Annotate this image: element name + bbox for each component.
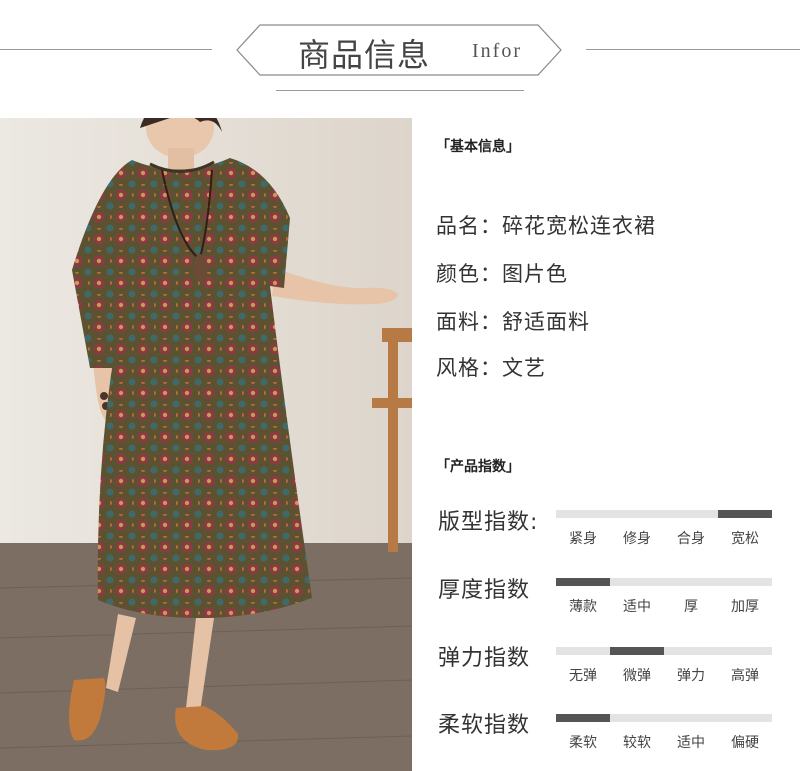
level-label: 柔软 xyxy=(569,735,597,751)
level-label: 适中 xyxy=(677,735,705,751)
metric-levels-fit: 紧身 修身 合身 宽松 xyxy=(556,528,772,547)
level-label: 宽松 xyxy=(731,531,759,547)
section-title-en: Infor xyxy=(472,40,522,62)
metric-label-thickness: 厚度指数 xyxy=(438,578,531,603)
info-row-style: 风格：文艺 xyxy=(436,352,546,382)
metric-bar-fill xyxy=(610,647,664,655)
metric-bar-fill xyxy=(718,510,772,518)
metric-bar-thickness xyxy=(556,578,772,586)
info-row-name: 品名：碎花宽松连衣裙 xyxy=(436,210,656,240)
metric-levels-softness: 柔软 较软 适中 偏硬 xyxy=(556,732,772,751)
info-label: 风格： xyxy=(436,356,502,380)
level-label: 弹力 xyxy=(677,668,705,684)
level-label: 厚 xyxy=(684,599,698,615)
level-label: 较软 xyxy=(623,735,651,751)
level-label: 偏硬 xyxy=(731,735,759,751)
level-label: 无弹 xyxy=(569,668,597,684)
info-value: 图片色 xyxy=(502,262,568,286)
info-label: 颜色： xyxy=(436,262,502,286)
level-label: 加厚 xyxy=(731,599,759,615)
section-title-cn: 商品信息 xyxy=(298,36,431,74)
header-divider-left xyxy=(0,49,212,50)
info-value: 碎花宽松连衣裙 xyxy=(502,214,656,238)
level-label: 微弹 xyxy=(623,668,651,684)
info-value: 舒适面料 xyxy=(502,310,590,334)
metric-bar-fill xyxy=(556,578,610,586)
metric-levels-thickness: 薄款 适中 厚 加厚 xyxy=(556,596,772,615)
metric-bar-fill xyxy=(556,714,610,722)
basic-info-title: 「基本信息」 xyxy=(436,139,520,155)
info-value: 文艺 xyxy=(502,356,546,380)
metric-label-fit: 版型指数: xyxy=(438,510,539,535)
product-index-title: 「产品指数」 xyxy=(436,459,520,475)
info-row-fabric: 面料：舒适面料 xyxy=(436,306,590,336)
info-row-color: 颜色：图片色 xyxy=(436,258,568,288)
level-label: 紧身 xyxy=(569,531,597,547)
info-label: 面料： xyxy=(436,310,502,334)
metric-label-elasticity: 弹力指数 xyxy=(438,646,531,671)
header-divider-right xyxy=(586,49,800,50)
header-title-frame: 商品信息 Infor xyxy=(236,24,562,76)
page-header: 商品信息 Infor xyxy=(0,0,800,110)
metric-bar-softness xyxy=(556,714,772,722)
metric-label-softness: 柔软指数 xyxy=(438,713,531,738)
level-label: 修身 xyxy=(623,531,651,547)
product-photo xyxy=(0,118,412,771)
level-label: 高弹 xyxy=(731,668,759,684)
info-label: 品名： xyxy=(436,214,502,238)
level-label: 薄款 xyxy=(569,599,597,615)
metric-bar-elasticity xyxy=(556,647,772,655)
metric-bar-fit xyxy=(556,510,772,518)
header-underline xyxy=(276,90,524,91)
level-label: 合身 xyxy=(677,531,705,547)
level-label: 适中 xyxy=(623,599,651,615)
metric-levels-elasticity: 无弹 微弹 弹力 高弹 xyxy=(556,665,772,684)
